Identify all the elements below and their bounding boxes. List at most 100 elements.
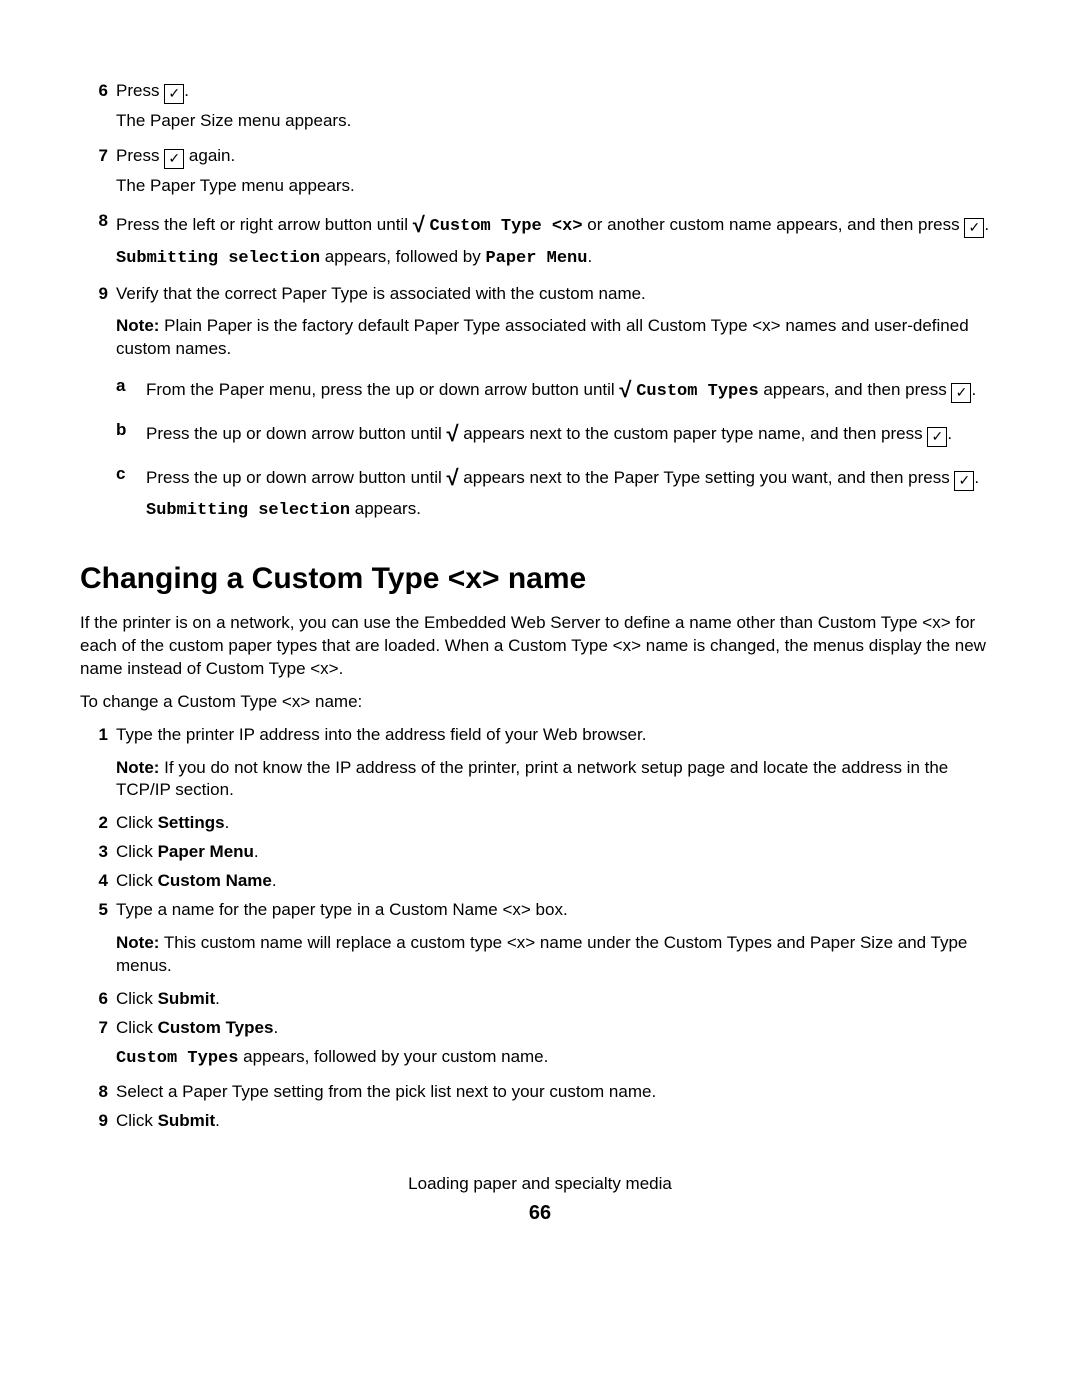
substep-c: c Press the up or down arrow button unti… (116, 463, 1000, 524)
step-number: 7 (80, 145, 116, 198)
step-number: 8 (80, 210, 116, 271)
text: appears next to the Paper Type setting y… (459, 468, 955, 487)
check-button-icon: ✓ (951, 383, 971, 403)
step-body: Click Paper Menu. (116, 841, 1000, 864)
section-heading: Changing a Custom Type <x> name (80, 559, 1000, 600)
text: From the Paper menu, press the up or dow… (146, 380, 619, 399)
text: . (184, 81, 189, 100)
bstep-4: 4 Click Custom Name. (80, 870, 1000, 893)
text: . (254, 842, 259, 861)
note-text: Plain Paper is the factory default Paper… (116, 316, 969, 358)
substeps: a From the Paper menu, press the up or d… (116, 375, 1000, 523)
step-number: 6 (80, 80, 116, 133)
text: . (225, 813, 230, 832)
substep-body: Press the up or down arrow button until … (146, 419, 1000, 449)
note-text: If you do not know the IP address of the… (116, 758, 948, 800)
substep-number: c (116, 463, 146, 524)
text: . (272, 871, 277, 890)
bstep-8: 8 Select a Paper Type setting from the p… (80, 1081, 1000, 1104)
checkmark-icon: √ (447, 421, 459, 446)
page-footer: Loading paper and specialty media 66 (80, 1173, 1000, 1227)
section-intro: If the printer is on a network, you can … (80, 612, 1000, 681)
display-text: Paper Menu (485, 249, 587, 268)
text: Verify that the correct Paper Type is as… (116, 284, 646, 303)
check-button-icon: ✓ (964, 218, 984, 238)
step-body: Press ✓ again. The Paper Type menu appea… (116, 145, 1000, 198)
text: Click (116, 871, 158, 890)
text: . (974, 468, 979, 487)
step-body: Type a name for the paper type in a Cust… (116, 899, 1000, 978)
substep-b: b Press the up or down arrow button unti… (116, 419, 1000, 449)
note-label: Note: (116, 933, 159, 952)
text: . (971, 380, 976, 399)
checkmark-icon: √ (619, 377, 631, 402)
bstep-7: 7 Click Custom Types. Custom Types appea… (80, 1017, 1000, 1071)
check-button-icon: ✓ (927, 427, 947, 447)
bold-text: Submit (158, 1111, 216, 1130)
step-number: 9 (80, 1110, 116, 1133)
substep-body: From the Paper menu, press the up or dow… (146, 375, 1000, 405)
text: . (273, 1018, 278, 1037)
text: Type the printer IP address into the add… (116, 725, 646, 744)
step-body: Verify that the correct Paper Type is as… (116, 283, 1000, 524)
step-number: 2 (80, 812, 116, 835)
step-body: Type the printer IP address into the add… (116, 724, 1000, 803)
step-number: 5 (80, 899, 116, 978)
note-label: Note: (116, 758, 159, 777)
display-text: Custom Types (116, 1049, 238, 1068)
step-number: 7 (80, 1017, 116, 1071)
step-body: Press the left or right arrow button unt… (116, 210, 1000, 271)
display-text: Submitting selection (116, 249, 320, 268)
footer-title: Loading paper and specialty media (80, 1173, 1000, 1196)
substep-number: a (116, 375, 146, 405)
step-body: Click Submit. (116, 1110, 1000, 1133)
result-text: Submitting selection appears, followed b… (116, 246, 1000, 271)
bstep-6: 6 Click Submit. (80, 988, 1000, 1011)
bstep-5: 5 Type a name for the paper type in a Cu… (80, 899, 1000, 978)
bstep-9: 9 Click Submit. (80, 1110, 1000, 1133)
text: . (215, 989, 220, 1008)
step-body: Click Submit. (116, 988, 1000, 1011)
text: . (947, 424, 952, 443)
bold-text: Custom Types (158, 1018, 274, 1037)
text: Press (116, 146, 164, 165)
text: Select a Paper Type setting from the pic… (116, 1082, 656, 1101)
check-button-icon: ✓ (164, 84, 184, 104)
text: again. (184, 146, 235, 165)
step-number: 4 (80, 870, 116, 893)
step-body: Select a Paper Type setting from the pic… (116, 1081, 1000, 1104)
section-lead: To change a Custom Type <x> name: (80, 691, 1000, 714)
step-9: 9 Verify that the correct Paper Type is … (80, 283, 1000, 524)
text: appears, followed by (320, 247, 485, 266)
step-body: Click Custom Types. Custom Types appears… (116, 1017, 1000, 1071)
step-body: Click Settings. (116, 812, 1000, 835)
step-6: 6 Press ✓. The Paper Size menu appears. (80, 80, 1000, 133)
text: Press the up or down arrow button until (146, 468, 447, 487)
step-number: 9 (80, 283, 116, 524)
display-text: Submitting selection (146, 501, 350, 520)
step-number: 6 (80, 988, 116, 1011)
bold-text: Settings (158, 813, 225, 832)
page-number: 66 (80, 1200, 1000, 1227)
text: Click (116, 1018, 158, 1037)
step-7: 7 Press ✓ again. The Paper Type menu app… (80, 145, 1000, 198)
step-number: 3 (80, 841, 116, 864)
check-button-icon: ✓ (164, 149, 184, 169)
text: Click (116, 989, 158, 1008)
step-body: Click Custom Name. (116, 870, 1000, 893)
checkmark-icon: √ (413, 212, 425, 237)
bold-text: Custom Name (158, 871, 272, 890)
text: Press the up or down arrow button until (146, 424, 447, 443)
text: appears next to the custom paper type na… (459, 424, 928, 443)
substep-number: b (116, 419, 146, 449)
bold-text: Submit (158, 989, 216, 1008)
bstep-1: 1 Type the printer IP address into the a… (80, 724, 1000, 803)
note-label: Note: (116, 316, 159, 335)
step-body: Press ✓. The Paper Size menu appears. (116, 80, 1000, 133)
result-text: The Paper Type menu appears. (116, 175, 1000, 198)
step-number: 8 (80, 1081, 116, 1104)
text: Press (116, 81, 164, 100)
note-text: This custom name will replace a custom t… (116, 933, 967, 975)
substep-a: a From the Paper menu, press the up or d… (116, 375, 1000, 405)
note: Note: Plain Paper is the factory default… (116, 315, 1000, 361)
